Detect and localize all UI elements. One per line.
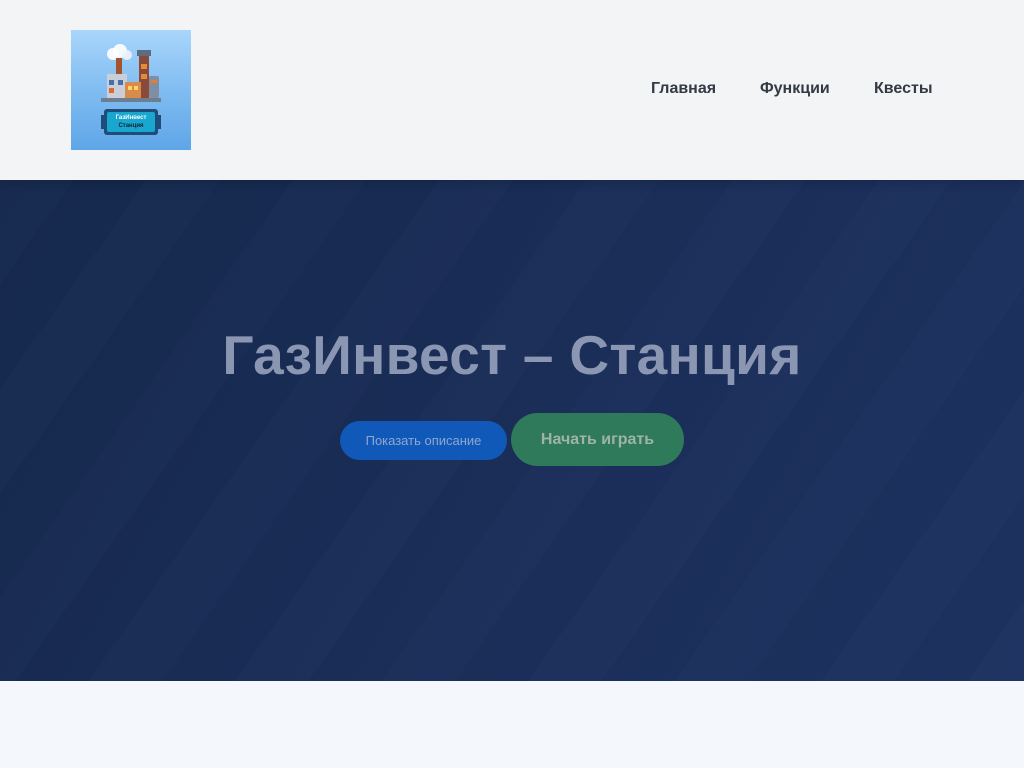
logo-text-line1: ГазИнвест [115,115,147,121]
nav-link-home[interactable]: Главная [651,80,716,98]
hero-section: ГазИнвест – Станция Показать описание На… [0,180,1024,681]
logo-text-line2: Станция [118,123,144,129]
site-header: ГазИнвест Станция Главная Функции Квесты [0,0,1024,180]
start-game-button[interactable]: Начать играть [511,413,684,466]
nav-link-quests[interactable]: Квесты [874,80,932,98]
show-description-button[interactable]: Показать описание [340,421,507,460]
below-hero-area [0,681,1024,768]
hero-title: ГазИнвест – Станция [222,324,802,386]
main-nav: Главная Функции Квесты [0,80,1024,100]
nav-link-features[interactable]: Функции [760,80,830,98]
